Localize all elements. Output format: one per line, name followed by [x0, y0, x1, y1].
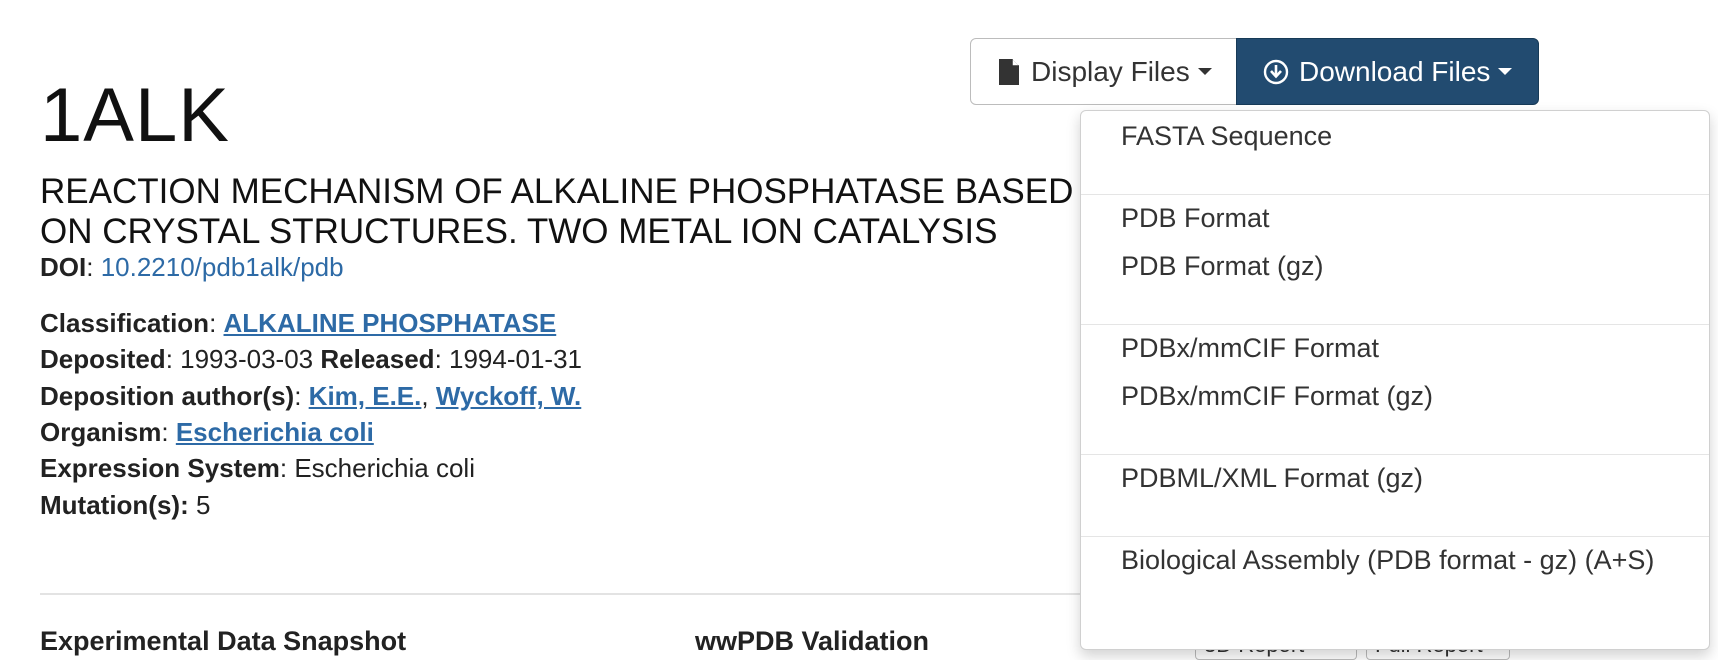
menu-item-mmcif[interactable]: PDBx/mmCIF Format	[1121, 333, 1379, 364]
chevron-down-icon	[1197, 68, 1212, 75]
section-divider	[40, 593, 1090, 595]
deposited-label: Deposited	[40, 344, 166, 374]
menu-divider	[1081, 536, 1709, 537]
menu-divider	[1081, 194, 1709, 195]
organism-row: Organism: Escherichia coli	[40, 417, 374, 447]
doi-label: DOI	[40, 252, 87, 282]
menu-item-biological-assembly[interactable]: Biological Assembly (PDB format - gz) (A…	[1121, 545, 1654, 576]
organism-link[interactable]: Escherichia coli	[176, 417, 374, 447]
deposited-value: 1993-03-03	[180, 344, 314, 374]
organism-label: Organism	[40, 417, 162, 447]
released-value: 1994-01-31	[449, 344, 583, 374]
classification-label: Classification	[40, 308, 210, 338]
author-link[interactable]: Kim, E.E.	[309, 381, 422, 411]
display-files-button[interactable]: Display Files	[970, 38, 1237, 105]
menu-divider	[1081, 454, 1709, 455]
download-files-button[interactable]: Download Files	[1236, 38, 1539, 105]
expression-label: Expression System	[40, 453, 280, 483]
menu-item-mmcif-gz[interactable]: PDBx/mmCIF Format (gz)	[1121, 381, 1433, 412]
validation-heading: wwPDB Validation	[695, 626, 930, 656]
classification-link[interactable]: ALKALINE PHOSPHATASE	[224, 308, 557, 338]
mutations-value: 5	[195, 490, 211, 520]
menu-item-pdb-gz[interactable]: PDB Format (gz)	[1121, 251, 1324, 282]
menu-divider	[1081, 324, 1709, 325]
authors-row: Deposition author(s): Kim, E.E., Wyckoff…	[40, 381, 582, 411]
dates-row: Deposited: 1993-03-03 Released: 1994-01-…	[40, 344, 583, 374]
mutations-label: Mutation(s):	[40, 490, 189, 520]
expression-value: Escherichia coli	[294, 453, 475, 483]
structure-subtitle: REACTION MECHANISM OF ALKALINE PHOSPHATA…	[40, 172, 1074, 251]
download-circle-icon	[1263, 59, 1289, 85]
doi-row: DOI: 10.2210/pdb1alk/pdb	[40, 252, 344, 282]
chevron-down-icon	[1498, 68, 1513, 75]
structure-summary-page: 1ALK REACTION MECHANISM OF ALKALINE PHOS…	[0, 0, 1718, 660]
menu-item-pdbml-gz[interactable]: PDBML/XML Format (gz)	[1121, 463, 1423, 494]
menu-item-fasta[interactable]: FASTA Sequence	[1121, 121, 1332, 152]
expression-row: Expression System: Escherichia coli	[40, 453, 475, 483]
classification-row: Classification: ALKALINE PHOSPHATASE	[40, 308, 557, 338]
released-label: Released	[320, 344, 435, 374]
page-title: 1ALK	[40, 73, 230, 158]
experimental-heading: Experimental Data Snapshot	[40, 626, 407, 656]
file-icon	[999, 58, 1019, 85]
authors-label: Deposition author(s)	[40, 381, 295, 411]
author-link[interactable]: Wyckoff, W.	[436, 381, 581, 411]
mutations-row: Mutation(s): 5	[40, 490, 210, 521]
display-files-label: Display Files	[1031, 55, 1190, 87]
doi-link[interactable]: 10.2210/pdb1alk/pdb	[101, 252, 344, 282]
download-dropdown-menu: FASTA Sequence PDB Format PDB Format (gz…	[1080, 110, 1710, 650]
menu-item-pdb[interactable]: PDB Format	[1121, 203, 1270, 234]
download-files-label: Download Files	[1299, 55, 1491, 87]
